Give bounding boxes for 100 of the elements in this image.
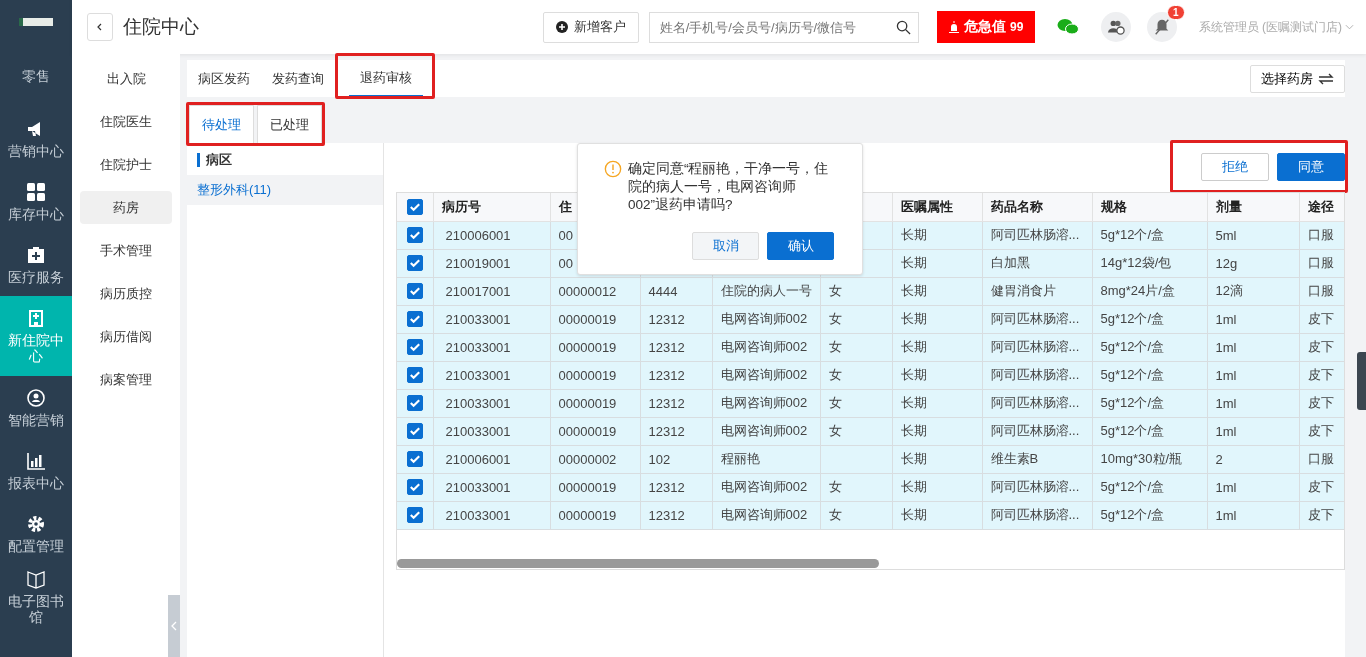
submenu-item[interactable]: 手术管理 — [80, 234, 172, 267]
cancel-button[interactable]: 取消 — [692, 232, 759, 260]
submenu-item[interactable]: 住院护士 — [80, 148, 172, 181]
table-cell: 皮下 — [1307, 479, 1334, 494]
table-cell: 00000019 — [558, 395, 617, 411]
table-cell: 阿司匹林肠溶... — [990, 395, 1080, 410]
table-cell: 210033001 — [445, 311, 511, 327]
table-cell: 5g*12个/盒 — [1100, 423, 1165, 438]
row-checkbox[interactable] — [406, 395, 423, 412]
new-customer-button[interactable]: 新增客户 — [542, 11, 639, 43]
row-checkbox[interactable] — [406, 339, 423, 356]
table-cell: 5g*12个/盒 — [1100, 227, 1165, 242]
table-cell: 10mg*30粒/瓶 — [1100, 451, 1183, 466]
submenu-item[interactable]: 药房 — [80, 191, 172, 224]
table-cell: 00000019 — [558, 367, 617, 383]
table-cell: 健胃消食片 — [990, 283, 1056, 298]
ward-item[interactable]: 整形外科(11) — [187, 175, 383, 205]
collapse-handle[interactable] — [168, 595, 180, 657]
approve-button[interactable]: 同意 — [1277, 153, 1345, 181]
people-network-icon — [26, 387, 46, 408]
row-checkbox[interactable] — [406, 367, 423, 384]
chat-bubbles-icon[interactable] — [1056, 18, 1079, 36]
table-cell: 阿司匹林肠溶... — [990, 367, 1080, 382]
row-checkbox[interactable] — [406, 507, 423, 524]
column-header: 住 — [558, 198, 572, 214]
nav-item[interactable]: 零售 — [0, 44, 72, 107]
table-cell: 长期 — [900, 283, 927, 298]
row-checkbox[interactable] — [406, 255, 423, 272]
table-cell: 长期 — [900, 451, 927, 466]
book-icon — [26, 568, 46, 589]
reject-button[interactable]: 拒绝 — [1201, 153, 1269, 181]
table-cell: 阿司匹林肠溶... — [990, 479, 1080, 494]
dialog-message: 确定同意“程丽艳，干净一号，住院的病人一号，电网咨询师002”退药申请吗? — [628, 160, 830, 214]
table-cell: 皮下 — [1307, 339, 1334, 354]
table-cell: 210033001 — [445, 339, 511, 355]
table-cell: 长期 — [900, 339, 927, 354]
notification-badge: 1 — [1167, 5, 1185, 20]
table-cell: 长期 — [900, 227, 927, 242]
submenu-item[interactable]: 病案管理 — [80, 363, 172, 396]
hospital-icon — [26, 308, 46, 328]
table-cell: 电网咨询师002 — [720, 367, 808, 382]
submenu-item[interactable]: 病历质控 — [80, 277, 172, 310]
table-cell: 1ml — [1215, 507, 1237, 523]
select-all-checkbox[interactable] — [406, 199, 423, 216]
table-cell: 14g*12袋/包 — [1100, 255, 1172, 270]
nav-item[interactable]: 电子图书馆 — [0, 565, 72, 628]
table-cell: 白加黑 — [990, 255, 1030, 270]
table-cell: 1ml — [1215, 311, 1237, 327]
table-cell: 5g*12个/盒 — [1100, 479, 1165, 494]
confirm-button[interactable]: 确认 — [767, 232, 834, 260]
row-checkbox[interactable] — [406, 451, 423, 468]
nav-item[interactable]: 配置管理 — [0, 502, 72, 565]
nav-item[interactable]: 营销中心 — [0, 107, 72, 170]
submenu-item[interactable]: 出入院 — [80, 62, 172, 95]
status-tab[interactable]: 已处理 — [257, 105, 322, 143]
search-icon — [895, 19, 911, 35]
row-checkbox[interactable] — [406, 227, 423, 244]
status-tab[interactable]: 待处理 — [189, 105, 254, 143]
table-cell: 12g — [1215, 255, 1238, 271]
table-cell: 00000019 — [558, 423, 617, 439]
tab[interactable]: 发药查询 — [261, 60, 335, 97]
table-cell: 长期 — [900, 311, 927, 326]
nav-item[interactable]: 库存中心 — [0, 170, 72, 233]
table-cell: 电网咨询师002 — [720, 395, 808, 410]
column-header: 药品名称 — [990, 198, 1043, 214]
critical-value-button[interactable]: 危急值 99 — [936, 11, 1035, 43]
row-checkbox[interactable] — [406, 479, 423, 496]
select-pharmacy-button[interactable]: 选择药房 — [1250, 64, 1345, 93]
tab[interactable]: 退药审核 — [349, 60, 423, 97]
table-cell: 1ml — [1215, 395, 1237, 411]
row-checkbox[interactable] — [406, 423, 423, 440]
submenu-item[interactable]: 住院医生 — [80, 105, 172, 138]
table-cell: 00000019 — [558, 507, 617, 523]
table-cell: 长期 — [900, 423, 927, 438]
nav-item[interactable]: 医疗服务 — [0, 233, 72, 296]
table-cell: 女 — [828, 507, 842, 522]
logo-icon — [19, 18, 53, 26]
nav-item[interactable]: 智能营销 — [0, 376, 72, 439]
table-cell: 阿司匹林肠溶... — [990, 507, 1080, 522]
side-panel-handle[interactable] — [1357, 352, 1366, 410]
table-cell: 8mg*24片/盒 — [1100, 283, 1175, 298]
siren-icon — [948, 21, 960, 33]
table-cell: 电网咨询师002 — [720, 479, 808, 494]
table-cell: 5g*12个/盒 — [1100, 395, 1165, 410]
table-cell: 皮下 — [1307, 395, 1334, 410]
group-schedule-button[interactable] — [1100, 12, 1131, 42]
nav-item[interactable]: 报表中心 — [0, 439, 72, 502]
submenu-item[interactable]: 病历借阅 — [80, 320, 172, 353]
tab[interactable]: 病区发药 — [187, 60, 261, 97]
table-cell: 维生素B — [990, 451, 1039, 466]
table-cell: 阿司匹林肠溶... — [990, 423, 1080, 438]
row-checkbox[interactable] — [406, 283, 423, 300]
scrollbar-thumb[interactable] — [397, 559, 879, 568]
table-cell: 12312 — [648, 423, 685, 439]
table-cell: 5g*12个/盒 — [1100, 311, 1165, 326]
table-cell: 102 — [648, 451, 671, 467]
search-field[interactable]: 姓名/手机号/会员号/病历号/微信号 — [648, 11, 919, 43]
medical-kit-icon — [26, 244, 46, 265]
table-cell: 女 — [828, 479, 842, 494]
row-checkbox[interactable] — [406, 311, 423, 328]
